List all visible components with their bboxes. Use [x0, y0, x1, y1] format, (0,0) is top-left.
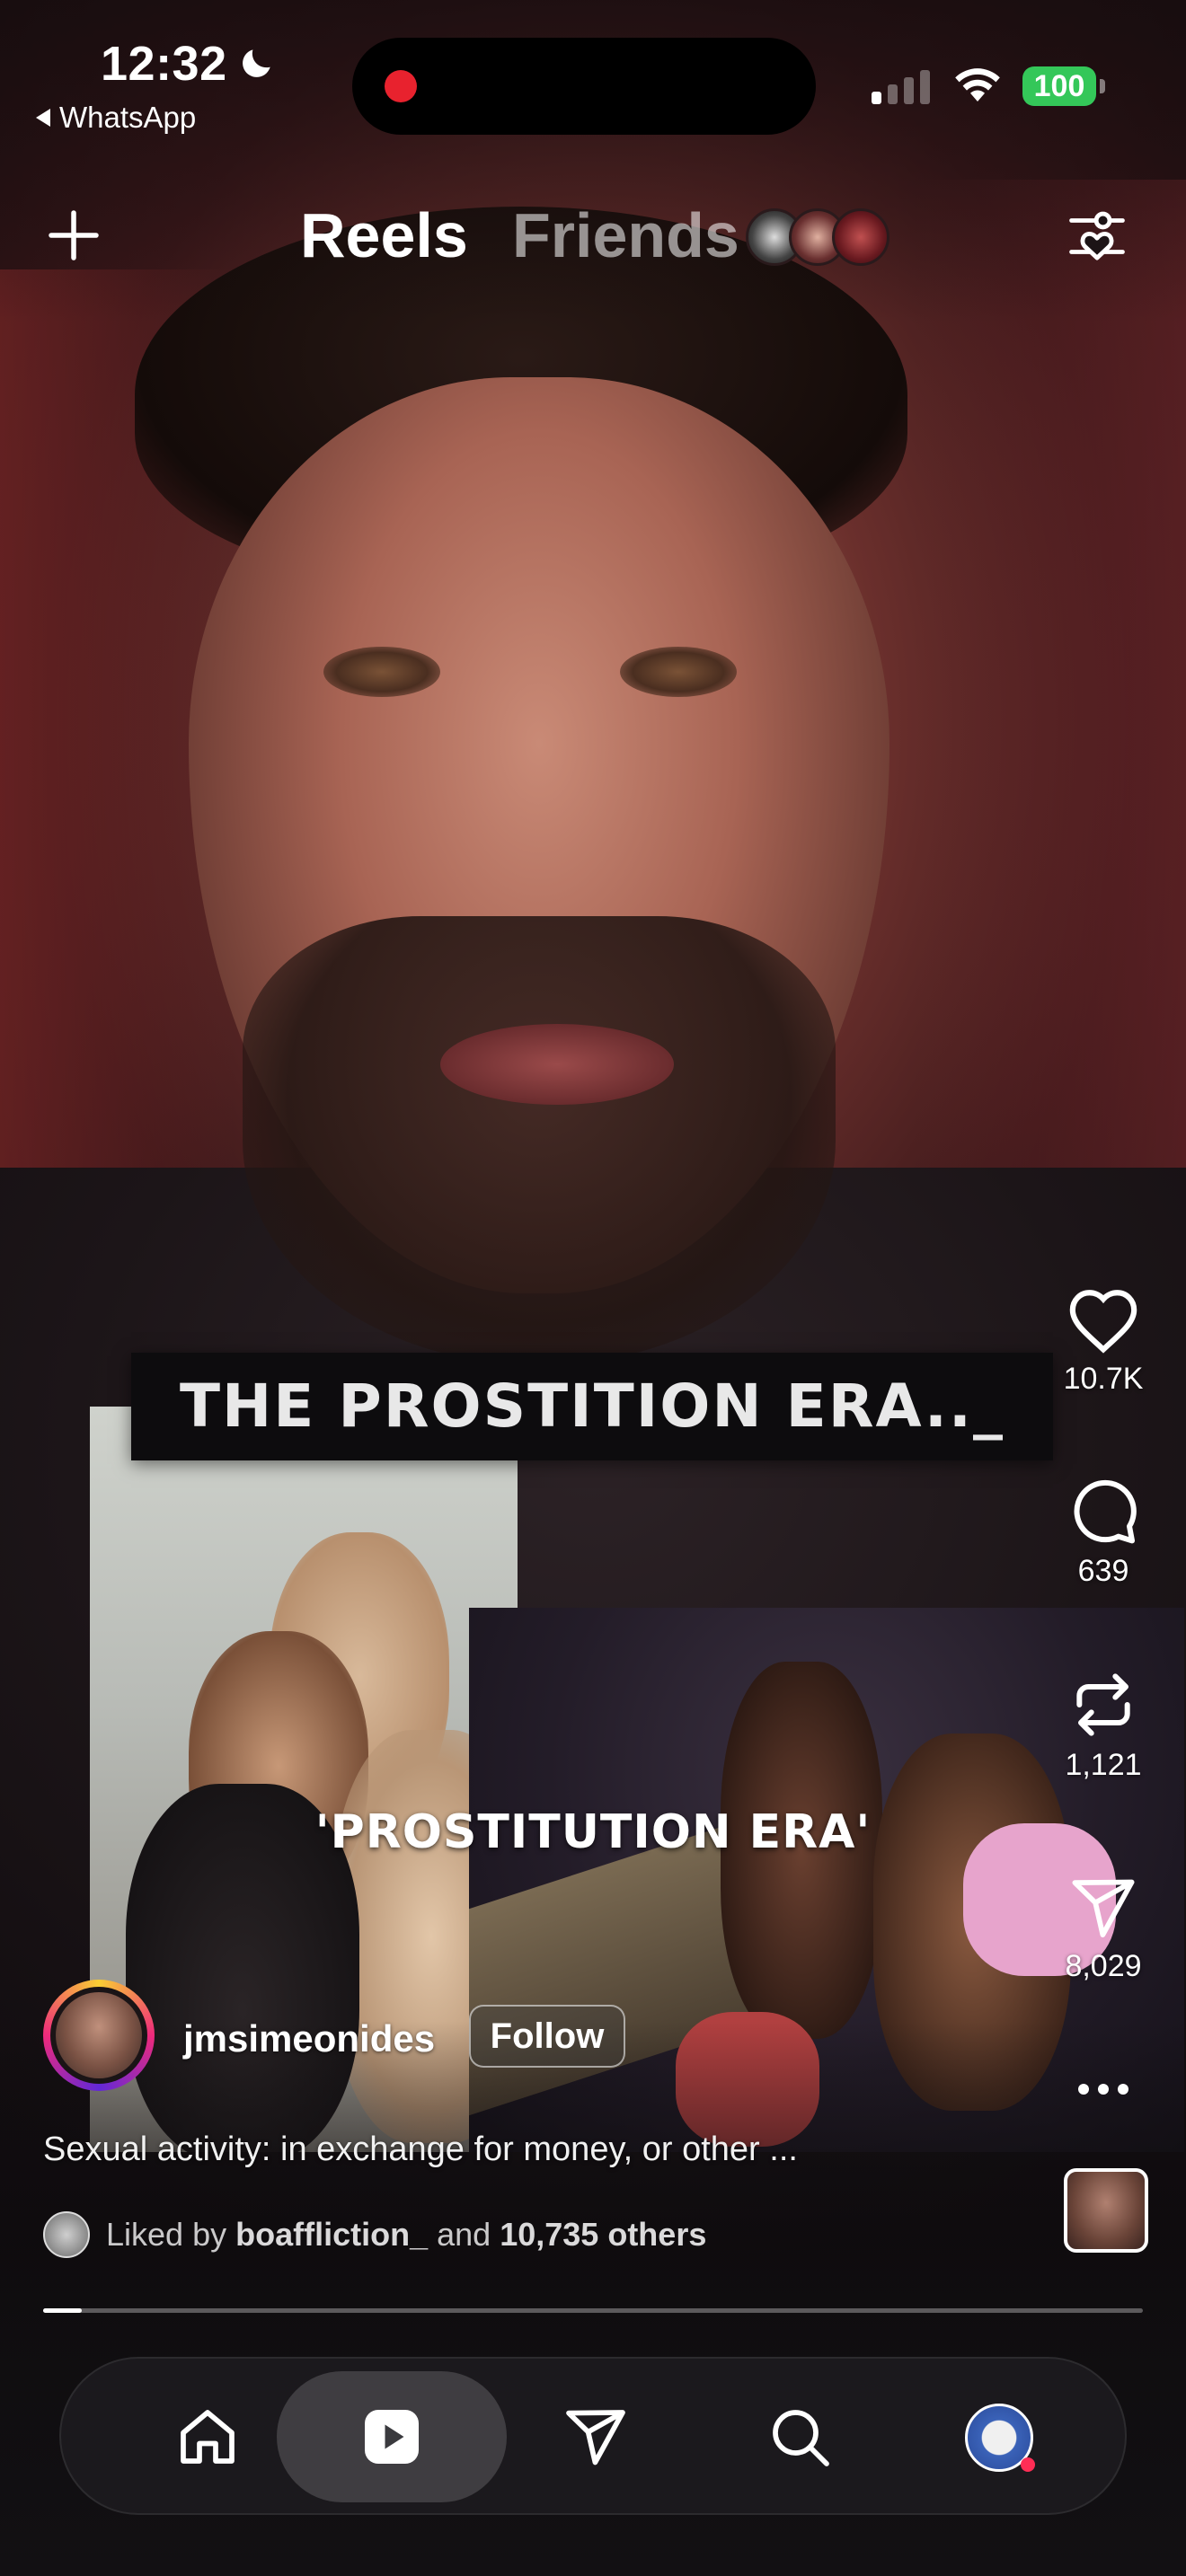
comment-icon[interactable] [1067, 1475, 1139, 1547]
liked-by-others[interactable]: 10,735 others [500, 2216, 706, 2253]
video-beard [243, 916, 836, 1365]
share-action[interactable]: 8,029 [1049, 1874, 1157, 1984]
filter-heart-icon[interactable] [1066, 205, 1128, 268]
reels-icon[interactable] [359, 2404, 424, 2469]
like-count: 10.7K [1063, 1362, 1144, 1396]
bottom-nav [59, 2357, 1127, 2515]
liker-avatar [43, 2211, 90, 2258]
plus-icon[interactable] [47, 208, 101, 262]
video-eye-left [323, 647, 440, 697]
nav-home[interactable] [167, 2396, 248, 2477]
video-progress-bar[interactable] [43, 2308, 1143, 2313]
dynamic-island [352, 38, 816, 135]
repost-icon[interactable] [1067, 1669, 1139, 1741]
video-caption-top: THE PROSTITION ERA.._ [131, 1353, 1053, 1460]
reel-description[interactable]: Sexual activity: in exchange for money, … [43, 2130, 798, 2169]
status-time: 12:32 [101, 37, 227, 91]
repost-action[interactable]: 1,121 [1049, 1669, 1157, 1783]
tab-friends[interactable]: Friends [512, 199, 739, 271]
back-to-app[interactable]: WhatsApp [36, 101, 196, 135]
battery-indicator: 100 [1022, 66, 1096, 106]
liked-by-user[interactable]: boaffliction_ [235, 2216, 428, 2253]
more-icon[interactable] [1076, 2080, 1130, 2098]
liked-by-row[interactable]: Liked by boaffliction_ and 10,735 others [43, 2211, 706, 2258]
video-eye-right [620, 647, 737, 697]
friends-avatars[interactable] [746, 208, 890, 266]
moon-icon [243, 49, 270, 77]
send-icon[interactable] [563, 2404, 628, 2469]
follow-button[interactable]: Follow [469, 2005, 625, 2068]
nav-messages[interactable] [555, 2396, 636, 2477]
wifi-icon [955, 68, 1000, 101]
recording-indicator [385, 70, 417, 102]
video-progress-fill [43, 2308, 82, 2313]
search-icon[interactable] [767, 2404, 832, 2469]
video-mouth [440, 1024, 674, 1105]
author-username[interactable]: jmsimeonides [183, 2017, 435, 2060]
back-arrow-icon [36, 109, 50, 127]
notification-dot [1021, 2457, 1035, 2472]
comment-action[interactable]: 639 [1049, 1475, 1157, 1589]
send-icon[interactable] [1069, 1874, 1137, 1942]
nav-search[interactable] [759, 2396, 840, 2477]
heart-icon[interactable] [1067, 1286, 1140, 1354]
tab-reels[interactable]: Reels [300, 199, 468, 271]
share-count: 8,029 [1065, 1949, 1142, 1983]
home-icon[interactable] [175, 2404, 240, 2469]
video-caption-mid: 'PROSTITUTION ERA' [314, 1805, 872, 1859]
friend-avatar [832, 208, 890, 266]
back-app-label: WhatsApp [59, 101, 197, 134]
liked-by-prefix: Liked by [106, 2216, 227, 2253]
battery-tip [1100, 79, 1105, 93]
like-action[interactable]: 10.7K [1049, 1286, 1157, 1397]
audio-thumbnail[interactable] [1064, 2168, 1148, 2253]
author-avatar[interactable] [43, 1980, 155, 2091]
cellular-signal-icon [872, 65, 930, 104]
repost-count: 1,121 [1065, 1748, 1142, 1782]
liked-by-middle: and [437, 2216, 491, 2253]
comment-count: 639 [1077, 1554, 1129, 1588]
nav-reels[interactable] [351, 2396, 432, 2477]
